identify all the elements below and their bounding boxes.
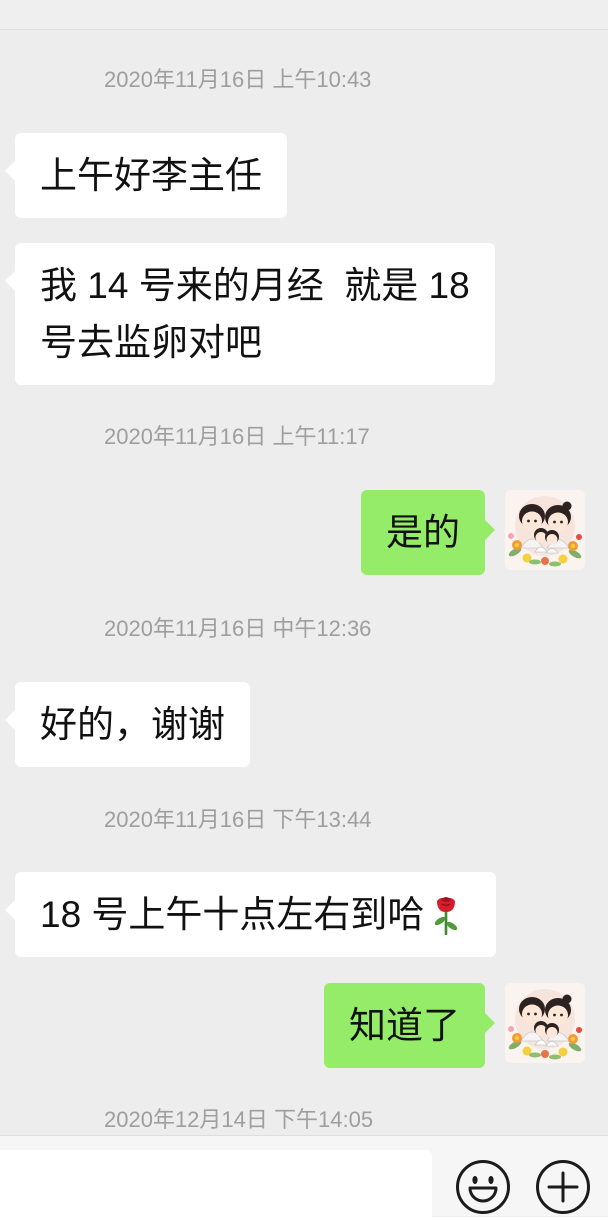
- message-timestamp: 2020年11月16日 上午10:43: [104, 67, 372, 92]
- message-text-line: 我 14 号来的月经 就是 18: [40, 265, 470, 306]
- incoming-message-bubble[interactable]: 上午好李主任: [5, 133, 287, 218]
- more-functions-button[interactable]: [535, 1159, 591, 1215]
- my-avatar[interactable]: [505, 490, 585, 570]
- cartoon-family-avatar-icon: [505, 983, 585, 1063]
- message-timestamp: 2020年12月14日 下午14:05: [104, 1107, 374, 1132]
- incoming-message-bubble[interactable]: 18 号上午十点左右到哈: [4, 872, 497, 957]
- incoming-message-bubble[interactable]: 我 14 号来的月经 就是 18 号去监卵对吧: [5, 243, 495, 385]
- rose-icon: [435, 897, 458, 936]
- message-text-line: 号去监卵对吧: [40, 322, 262, 363]
- outgoing-message-bubble[interactable]: 是的: [361, 490, 495, 575]
- outgoing-message-bubble[interactable]: 知道了: [324, 983, 495, 1068]
- plus-circle-icon: [536, 1160, 590, 1214]
- message-text: 好的，谢谢: [40, 704, 225, 745]
- top-edge-divider: [0, 0, 608, 30]
- message-text: 知道了: [349, 1005, 460, 1046]
- message-text: 是的: [386, 512, 460, 553]
- message-timestamp: 2020年11月16日 上午11:17: [104, 424, 370, 449]
- incoming-message-bubble[interactable]: 好的，谢谢: [5, 682, 250, 767]
- chat-input-bar: [0, 1135, 608, 1217]
- my-avatar[interactable]: [505, 983, 585, 1063]
- smiley-face-icon: [456, 1160, 510, 1214]
- message-timestamp: 2020年11月16日 中午12:36: [104, 616, 372, 641]
- message-input[interactable]: [0, 1150, 432, 1217]
- cartoon-family-avatar-icon: [505, 490, 585, 570]
- message-text: 上午好李主任: [40, 155, 262, 196]
- emoji-button[interactable]: [455, 1159, 511, 1215]
- message-timestamp: 2020年11月16日 下午13:44: [104, 807, 372, 832]
- message-text: 18 号上午十点左右到哈: [40, 894, 425, 935]
